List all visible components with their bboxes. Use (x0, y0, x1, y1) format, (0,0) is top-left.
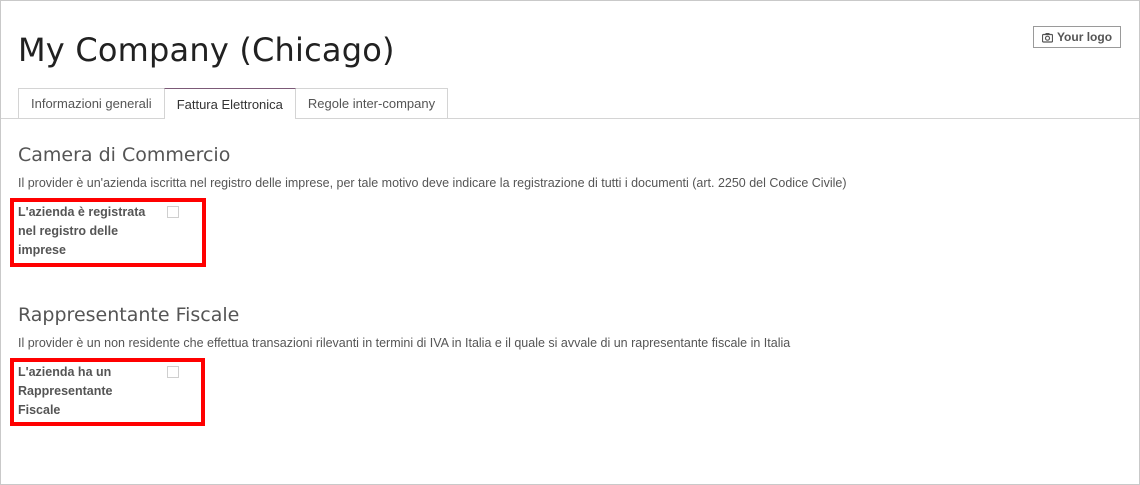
tab-regole-inter-company[interactable]: Regole inter-company (294, 88, 449, 118)
section-description-camera: Il provider è un'azienda iscritta nel re… (18, 176, 847, 190)
section-description-rappresentante: Il provider è un non residente che effet… (18, 336, 791, 350)
your-logo-button[interactable]: Your logo (1033, 26, 1121, 48)
section-title-camera: Camera di Commercio (18, 144, 231, 166)
camera-icon (1041, 32, 1054, 43)
page-title: My Company (Chicago) (18, 31, 395, 69)
form-view: My Company (Chicago) Your logo Informazi… (0, 0, 1140, 485)
your-logo-label: Your logo (1056, 30, 1113, 44)
tab-informazioni-generali[interactable]: Informazioni generali (18, 88, 165, 118)
tab-fattura-elettronica[interactable]: Fattura Elettronica (163, 88, 296, 119)
highlight-box-rappresentante-fiscale (10, 358, 205, 426)
section-title-rappresentante: Rappresentante Fiscale (18, 304, 240, 326)
highlight-box-registro-imprese (10, 198, 206, 267)
tab-bar: Informazioni generali Fattura Elettronic… (18, 88, 449, 119)
